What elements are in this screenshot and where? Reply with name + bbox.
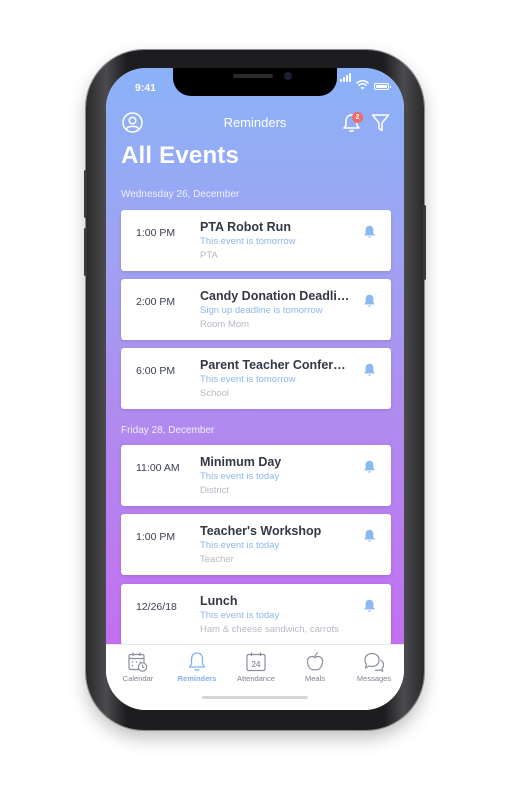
event-time: 12/26/18 [136, 601, 177, 613]
side-button-left-2 [84, 228, 87, 276]
event-card[interactable]: 1:00 PM Teacher's Workshop This event is… [121, 514, 391, 575]
notification-badge: 2 [352, 112, 363, 123]
tab-calendar[interactable]: Calendar [108, 645, 168, 695]
event-time: 1:00 PM [136, 227, 176, 239]
bell-icon[interactable] [363, 294, 376, 308]
event-status: This event is tomorrow [200, 374, 296, 385]
tab-reminders[interactable]: Reminders [167, 645, 227, 695]
event-category: Ham & cheese sandwich, carrots [200, 624, 339, 635]
side-button-right [423, 205, 426, 280]
event-category: PTA [200, 250, 218, 261]
tab-attendance[interactable]: 24 Attendance [226, 645, 286, 695]
event-title: Teacher's Workshop [200, 524, 322, 538]
date-header: Friday 28, December [121, 425, 215, 436]
tab-messages[interactable]: Messages [344, 645, 404, 695]
event-card[interactable]: 6:00 PM Parent Teacher Conference This e… [121, 348, 391, 409]
event-category: Teacher [200, 554, 234, 565]
chat-bubbles-icon [364, 652, 385, 672]
event-status: This event is today [200, 471, 280, 482]
filter-icon[interactable] [371, 113, 390, 133]
bell-icon[interactable] [363, 529, 376, 543]
event-title: PTA Robot Run [200, 220, 291, 234]
tab-label: Reminders [177, 674, 217, 683]
event-status: This event is today [200, 610, 280, 621]
bell-icon[interactable] [363, 363, 376, 377]
event-title: Lunch [200, 594, 238, 608]
tab-meals[interactable]: Meals [285, 645, 345, 695]
event-status: This event is today [200, 540, 280, 551]
page-title: All Events [121, 142, 240, 169]
attendance-calendar-icon: 24 [246, 652, 266, 672]
screen: 9:41 Reminders 2 All Events Wednesday 26… [106, 68, 404, 710]
event-time: 6:00 PM [136, 365, 176, 377]
event-card[interactable]: 1:00 PM PTA Robot Run This event is tomo… [121, 210, 391, 271]
attendance-date: 24 [252, 660, 261, 669]
apple-icon [306, 651, 324, 671]
status-time: 9:41 [135, 82, 157, 94]
calendar-icon [128, 652, 148, 672]
tab-label: Messages [356, 674, 392, 683]
speaker [233, 74, 273, 78]
event-title: Parent Teacher Conference [200, 358, 350, 372]
event-card[interactable]: 12/26/18 Lunch This event is today Ham &… [121, 584, 391, 645]
event-category: School [200, 388, 230, 399]
front-camera [284, 72, 292, 80]
wifi-icon [356, 80, 369, 90]
event-time: 11:00 AM [136, 462, 180, 474]
notch [173, 68, 337, 96]
tab-bar: Calendar Reminders 24 Attendance Meals M… [106, 644, 404, 710]
event-card[interactable]: 2:00 PM Candy Donation Deadline Sign up … [121, 279, 391, 340]
event-category: District [200, 485, 230, 496]
event-status: This event is tomorrow [200, 236, 296, 247]
bell-icon [188, 652, 206, 671]
event-status: Sign up deadline is tomorrow [200, 305, 323, 316]
date-header: Wednesday 26, December [121, 189, 240, 200]
bell-icon[interactable] [363, 460, 376, 474]
side-button-left [84, 170, 87, 218]
event-title: Minimum Day [200, 455, 282, 469]
event-category: Room Mom [200, 319, 250, 330]
event-title: Candy Donation Deadline [200, 289, 350, 303]
bell-icon[interactable] [363, 599, 376, 613]
tab-label: Attendance [237, 674, 275, 683]
event-time: 1:00 PM [136, 531, 176, 543]
bell-icon[interactable] [363, 225, 376, 239]
battery-icon [374, 83, 391, 90]
event-time: 2:00 PM [136, 296, 176, 308]
tab-label: Calendar [122, 674, 154, 683]
event-card[interactable]: 11:00 AM Minimum Day This event is today… [121, 445, 391, 506]
tab-label: Meals [304, 674, 325, 683]
home-indicator[interactable] [202, 696, 308, 699]
